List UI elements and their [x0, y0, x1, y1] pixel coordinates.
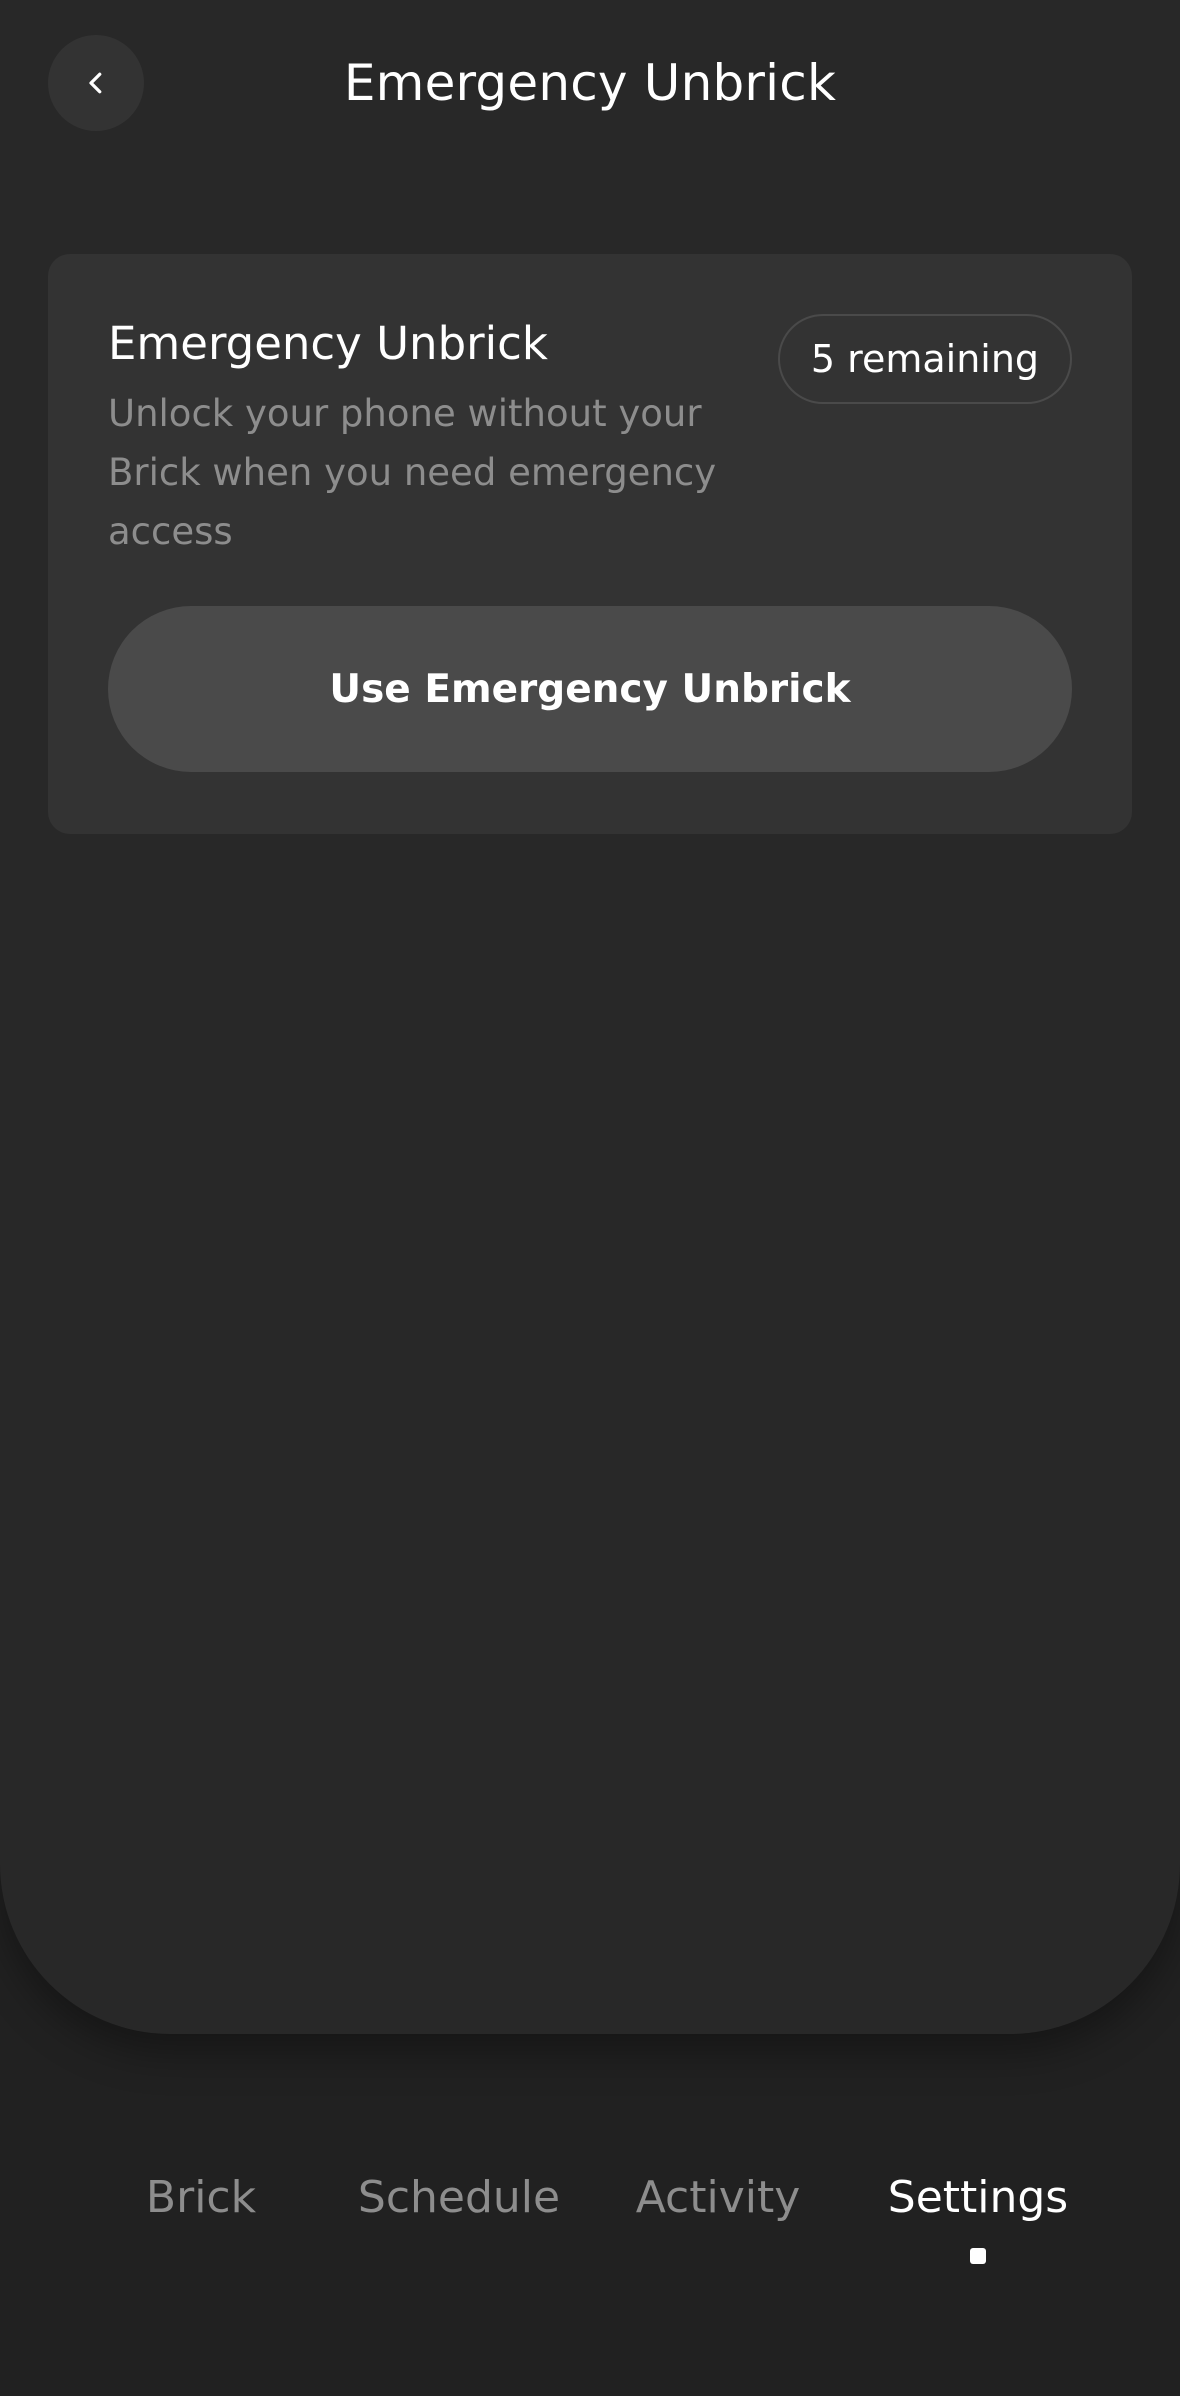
- card-title: Emergency Unbrick: [108, 317, 548, 370]
- remaining-badge: 5 remaining: [778, 314, 1072, 404]
- nav-item-settings[interactable]: Settings: [888, 2160, 1068, 2236]
- bottom-nav: Brick Schedule Activity Settings: [0, 2160, 1180, 2280]
- emergency-unbrick-card: Emergency Unbrick Unlock your phone with…: [48, 254, 1132, 834]
- page-title: Emergency Unbrick: [343, 54, 837, 112]
- use-emergency-unbrick-button[interactable]: Use Emergency Unbrick: [108, 606, 1072, 772]
- nav-item-schedule[interactable]: Schedule: [358, 2160, 560, 2236]
- nav-item-brick[interactable]: Brick: [146, 2160, 256, 2236]
- nav-item-activity[interactable]: Activity: [636, 2160, 801, 2236]
- card-description: Unlock your phone without your Brick whe…: [108, 392, 717, 553]
- active-tab-indicator: [970, 2248, 986, 2264]
- main-panel: Emergency Unbrick Emergency Unbrick Unlo…: [0, 0, 1180, 2034]
